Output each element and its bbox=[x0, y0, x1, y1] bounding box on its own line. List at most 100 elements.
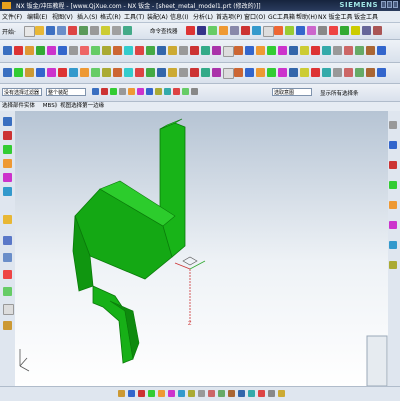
subtract-icon[interactable] bbox=[366, 46, 375, 55]
color-icon[interactable] bbox=[351, 26, 360, 35]
copy-icon[interactable] bbox=[90, 26, 99, 35]
minimize-button[interactable] bbox=[381, 1, 386, 8]
snap-existing-icon[interactable] bbox=[182, 88, 189, 95]
menu-window[interactable]: 窗口(O) bbox=[244, 12, 265, 21]
menu-edit[interactable]: 编辑(E) bbox=[27, 12, 47, 21]
menu-preferences[interactable]: 首选项(P) bbox=[216, 12, 242, 21]
rotate-icon[interactable] bbox=[208, 26, 217, 35]
unite-icon[interactable] bbox=[355, 46, 364, 55]
scope-select[interactable]: 整个装配 bbox=[46, 88, 86, 96]
rebend-icon[interactable] bbox=[157, 68, 166, 77]
status-tool-4-icon[interactable] bbox=[148, 390, 155, 397]
miter-icon[interactable] bbox=[278, 68, 287, 77]
constraint-navigator-icon[interactable] bbox=[3, 131, 12, 140]
right-tool-1-icon[interactable] bbox=[389, 121, 397, 129]
menu-sheetmetal-tools[interactable]: 钣金工具 bbox=[354, 12, 378, 21]
close-button[interactable] bbox=[393, 1, 398, 8]
sketch-icon[interactable] bbox=[3, 46, 12, 55]
menu-gc-toolkit[interactable]: GC工具箱 bbox=[268, 12, 295, 21]
status-tool-8-icon[interactable] bbox=[188, 390, 195, 397]
louver-icon[interactable] bbox=[91, 68, 100, 77]
select-body-icon[interactable] bbox=[110, 88, 117, 95]
status-tool-9-icon[interactable] bbox=[198, 390, 205, 397]
status-tool-5-icon[interactable] bbox=[158, 390, 165, 397]
offset-icon[interactable] bbox=[124, 46, 133, 55]
manufacturing-wizards-icon[interactable] bbox=[3, 287, 12, 296]
spline-icon[interactable] bbox=[58, 46, 67, 55]
menu-analysis[interactable]: 分析(L) bbox=[193, 12, 213, 21]
status-tool-13-icon[interactable] bbox=[238, 390, 245, 397]
palette-icon[interactable] bbox=[3, 321, 12, 330]
menu-view[interactable]: 视图(V) bbox=[52, 12, 73, 21]
pattern-icon[interactable] bbox=[146, 46, 155, 55]
right-tool-7-icon[interactable] bbox=[389, 241, 397, 249]
status-tool-7-icon[interactable] bbox=[178, 390, 185, 397]
save-icon[interactable] bbox=[46, 26, 55, 35]
part-navigator-icon[interactable] bbox=[3, 145, 12, 154]
graphics-window[interactable]: Z bbox=[15, 111, 388, 386]
edge-rip-icon[interactable] bbox=[355, 68, 364, 77]
drawn-cutout-icon[interactable] bbox=[102, 68, 111, 77]
hole-icon[interactable] bbox=[289, 46, 298, 55]
bend-icon[interactable] bbox=[47, 68, 56, 77]
assembly-icon[interactable] bbox=[340, 26, 349, 35]
cut-icon[interactable] bbox=[57, 26, 66, 35]
wcs-icon[interactable] bbox=[274, 26, 283, 35]
convert-icon[interactable] bbox=[201, 68, 210, 77]
menu-help[interactable]: 帮助(H) bbox=[296, 12, 317, 21]
start-button[interactable]: 开始· bbox=[2, 27, 16, 36]
line-icon[interactable] bbox=[14, 46, 23, 55]
sheet-icon[interactable] bbox=[263, 26, 274, 37]
draft-icon[interactable] bbox=[344, 46, 353, 55]
snap-center-icon[interactable] bbox=[146, 88, 153, 95]
maximize-button[interactable] bbox=[387, 1, 392, 8]
finish-sketch-icon[interactable] bbox=[223, 46, 234, 57]
solid-punch-icon[interactable] bbox=[333, 68, 342, 77]
zoom-icon[interactable] bbox=[197, 26, 206, 35]
undo-icon[interactable] bbox=[68, 26, 77, 35]
boss-icon[interactable] bbox=[300, 46, 309, 55]
menu-nx-sheetmetal[interactable]: NX 钣金工具 bbox=[318, 12, 353, 21]
chamfer-icon[interactable] bbox=[91, 46, 100, 55]
extend-icon[interactable] bbox=[113, 46, 122, 55]
sm-preferences-icon[interactable] bbox=[300, 68, 309, 77]
status-tool-17-icon[interactable] bbox=[278, 390, 285, 397]
corner-icon[interactable] bbox=[135, 68, 144, 77]
gusset-icon[interactable] bbox=[124, 68, 133, 77]
snap-quadrant-icon[interactable] bbox=[155, 88, 162, 95]
right-tool-2-icon[interactable] bbox=[389, 141, 397, 149]
merge-icon[interactable] bbox=[366, 68, 375, 77]
roles-icon[interactable] bbox=[3, 304, 14, 315]
status-tool-16-icon[interactable] bbox=[268, 390, 275, 397]
three-bend-corner-icon[interactable] bbox=[267, 68, 276, 77]
status-tool-2-icon[interactable] bbox=[128, 390, 135, 397]
flat-solid-icon[interactable] bbox=[179, 68, 188, 77]
view-orient-icon[interactable] bbox=[241, 26, 250, 35]
display-icon[interactable] bbox=[318, 26, 327, 35]
select-feature-icon[interactable] bbox=[119, 88, 126, 95]
redo-icon[interactable] bbox=[79, 26, 88, 35]
datum-plane-icon[interactable] bbox=[234, 46, 243, 55]
measure-icon[interactable] bbox=[285, 26, 294, 35]
break-corner-icon[interactable] bbox=[245, 68, 254, 77]
right-tool-5-icon[interactable] bbox=[389, 201, 397, 209]
tube-icon[interactable] bbox=[344, 68, 353, 77]
revolve-icon[interactable] bbox=[278, 46, 287, 55]
menu-format[interactable]: 格式(R) bbox=[100, 12, 121, 21]
status-tool-14-icon[interactable] bbox=[248, 390, 255, 397]
datum-csys-icon[interactable] bbox=[256, 46, 265, 55]
menu-file[interactable]: 文件(F) bbox=[2, 12, 22, 21]
dimension-icon[interactable] bbox=[168, 46, 177, 55]
select-edge-icon[interactable] bbox=[101, 88, 108, 95]
new-file-icon[interactable] bbox=[24, 26, 35, 37]
pan-icon[interactable] bbox=[186, 26, 195, 35]
hem-icon[interactable] bbox=[69, 68, 78, 77]
check-icon[interactable] bbox=[311, 68, 320, 77]
pocket-icon[interactable] bbox=[311, 46, 320, 55]
menu-info[interactable]: 信息(I) bbox=[170, 12, 188, 21]
arc-icon[interactable] bbox=[25, 46, 34, 55]
paste-icon[interactable] bbox=[101, 26, 110, 35]
project-icon[interactable] bbox=[179, 46, 188, 55]
intersect-icon[interactable] bbox=[190, 46, 199, 55]
flat-pattern-icon[interactable] bbox=[168, 68, 177, 77]
